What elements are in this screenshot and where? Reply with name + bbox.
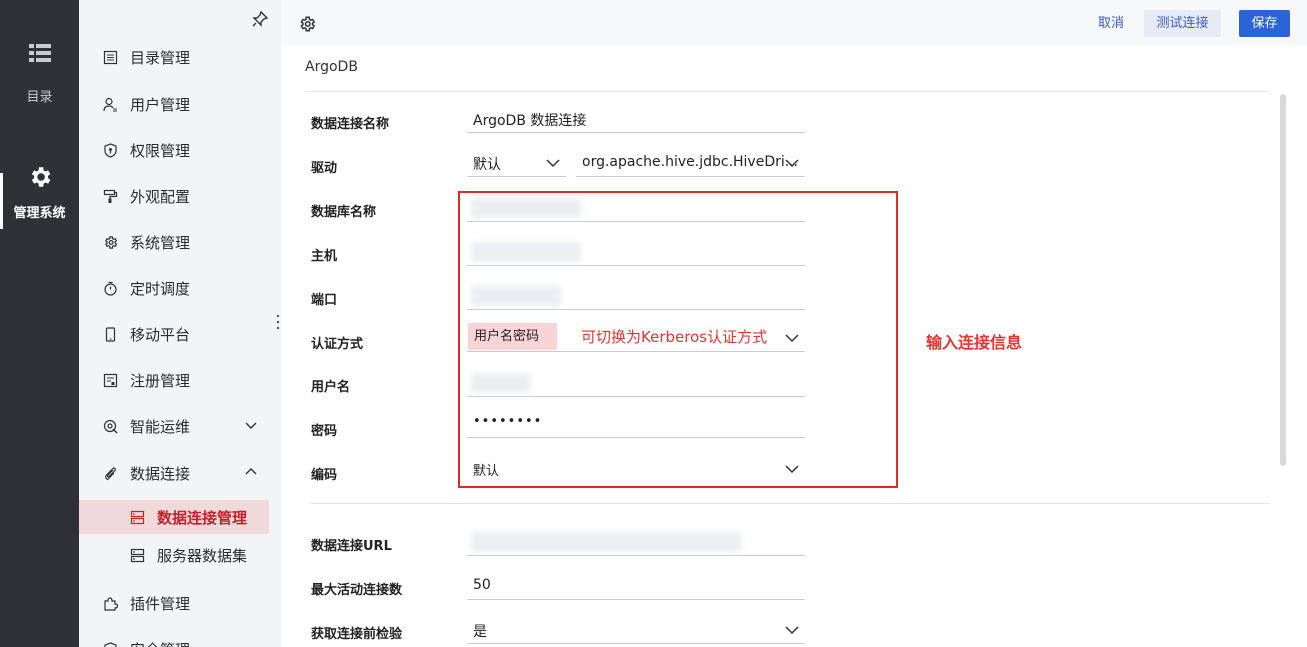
divider xyxy=(311,503,1269,504)
list-icon xyxy=(102,49,118,65)
gear-icon xyxy=(102,234,118,250)
encoding-label: 编码 xyxy=(311,468,338,483)
nav-label: 移动平台 xyxy=(130,325,191,344)
nav-item-user-mgmt[interactable]: 用户管理 xyxy=(79,87,281,121)
nav-label: 安全管理 xyxy=(130,639,190,647)
divider xyxy=(305,91,1269,92)
nav-label: 外观配置 xyxy=(130,187,191,206)
cancel-button[interactable]: 取消 xyxy=(1098,10,1124,37)
paperclip-icon xyxy=(102,465,118,481)
pin-icon[interactable] xyxy=(251,10,269,28)
puzzle-icon xyxy=(102,595,118,611)
nav-label: 服务器数据集 xyxy=(157,546,248,565)
password-label: 密码 xyxy=(311,424,338,439)
driver-class-select[interactable]: org.apache.hive.jdbc.HiveDri... xyxy=(576,149,805,177)
app-rail: 目录 管理系统 xyxy=(0,0,79,647)
chevron-down-icon xyxy=(785,626,799,635)
nav-item-catalog-mgmt[interactable]: 目录管理 xyxy=(79,40,281,74)
server-icon xyxy=(129,509,145,525)
highlight-box xyxy=(458,191,898,488)
nav-label: 目录管理 xyxy=(130,48,191,67)
nav-label: 权限管理 xyxy=(130,141,191,160)
max-active-value: 50 xyxy=(473,577,491,593)
input-info-annotation: 输入连接信息 xyxy=(926,333,1023,352)
server-icon xyxy=(129,547,145,563)
max-active-input[interactable]: 50 xyxy=(467,572,805,600)
username-label: 用户名 xyxy=(311,380,351,395)
nav-label: 系统管理 xyxy=(130,233,191,252)
nav-item-plugin-mgmt[interactable]: 插件管理 xyxy=(79,586,281,620)
nav-item-system-mgmt[interactable]: 系统管理 xyxy=(79,225,281,259)
nav-label: 数据连接管理 xyxy=(157,508,248,527)
test-connection-button[interactable]: 测试连接 xyxy=(1144,10,1221,37)
auth-label: 认证方式 xyxy=(311,337,364,352)
list-icon xyxy=(28,44,51,62)
max-active-label: 最大活动连接数 xyxy=(311,583,403,598)
redacted-value xyxy=(471,532,741,552)
nav-item-smart-ops[interactable]: 智能运维 xyxy=(79,409,281,443)
nav-item-mobile[interactable]: 移动平台 xyxy=(79,317,281,351)
nav-label: 数据连接 xyxy=(130,464,191,483)
chevron-down-icon xyxy=(546,159,560,168)
chevron-down-icon xyxy=(785,159,799,168)
nav-item-appearance[interactable]: 外观配置 xyxy=(79,179,281,213)
gear-icon xyxy=(31,167,50,187)
nav-item-security-mgmt[interactable]: 安全管理 xyxy=(79,632,281,647)
nav-item-scheduling[interactable]: 定时调度 xyxy=(79,271,281,305)
scrollbar[interactable] xyxy=(1280,94,1286,466)
timer-icon xyxy=(102,280,118,296)
rail-item-catalog[interactable]: 目录 xyxy=(0,42,79,105)
nav-label: 注册管理 xyxy=(130,371,191,390)
validate-select[interactable]: 是 xyxy=(467,616,805,644)
nav-label: 智能运维 xyxy=(130,417,191,436)
mobile-icon xyxy=(102,326,118,342)
driver-mode-value: 默认 xyxy=(473,157,501,173)
driver-class-value: org.apache.hive.jdbc.HiveDri... xyxy=(582,154,799,170)
nav-item-data-connection[interactable]: 数据连接 xyxy=(79,456,281,490)
conn-name-label: 数据连接名称 xyxy=(311,117,390,132)
ops-icon xyxy=(102,418,118,434)
secondary-nav: 目录管理 用户管理 权限管理 外观配置 系统管理 定时调度 移动平台 注册管理 … xyxy=(79,0,281,647)
rail-label-admin: 管理系统 xyxy=(13,206,66,221)
nav-label: 定时调度 xyxy=(130,279,191,298)
chevron-up-icon[interactable] xyxy=(245,466,257,478)
validate-value: 是 xyxy=(473,624,487,640)
nav-label: 插件管理 xyxy=(130,594,191,613)
db-name-label: 数据库名称 xyxy=(311,205,377,220)
host-label: 主机 xyxy=(311,249,338,264)
url-input[interactable] xyxy=(467,528,805,556)
url-label: 数据连接URL xyxy=(311,539,392,554)
chevron-down-icon[interactable] xyxy=(245,419,257,431)
nav-item-server-dataset[interactable]: 服务器数据集 xyxy=(79,538,281,572)
paint-roller-icon xyxy=(102,188,118,204)
register-icon xyxy=(102,372,118,388)
driver-mode-select[interactable]: 默认 xyxy=(467,149,566,177)
shield-icon xyxy=(102,142,118,158)
shield-icon xyxy=(102,641,118,647)
rail-item-admin[interactable]: 管理系统 xyxy=(0,164,79,221)
conn-name-value: ArgoDB 数据连接 xyxy=(473,113,587,129)
rail-label-catalog: 目录 xyxy=(26,90,53,105)
nav-label: 用户管理 xyxy=(130,95,191,114)
settings-icon[interactable] xyxy=(298,15,316,33)
validate-label: 获取连接前检验 xyxy=(311,627,403,642)
save-button[interactable]: 保存 xyxy=(1239,10,1290,37)
nav-item-data-connection-mgmt[interactable]: 数据连接管理 xyxy=(79,500,269,534)
toolbar: 取消 测试连接 保存 xyxy=(281,0,1307,46)
user-list-icon xyxy=(102,96,118,112)
conn-name-input[interactable]: ArgoDB 数据连接 xyxy=(467,105,805,133)
database-type-title: ArgoDB xyxy=(305,59,358,75)
nav-item-permission-mgmt[interactable]: 权限管理 xyxy=(79,133,281,167)
nav-item-register[interactable]: 注册管理 xyxy=(79,363,281,397)
port-label: 端口 xyxy=(311,293,338,308)
driver-label: 驱动 xyxy=(311,161,338,176)
main-panel: 取消 测试连接 保存 ArgoDB 数据连接名称 ArgoDB 数据连接 驱动 … xyxy=(281,0,1307,647)
